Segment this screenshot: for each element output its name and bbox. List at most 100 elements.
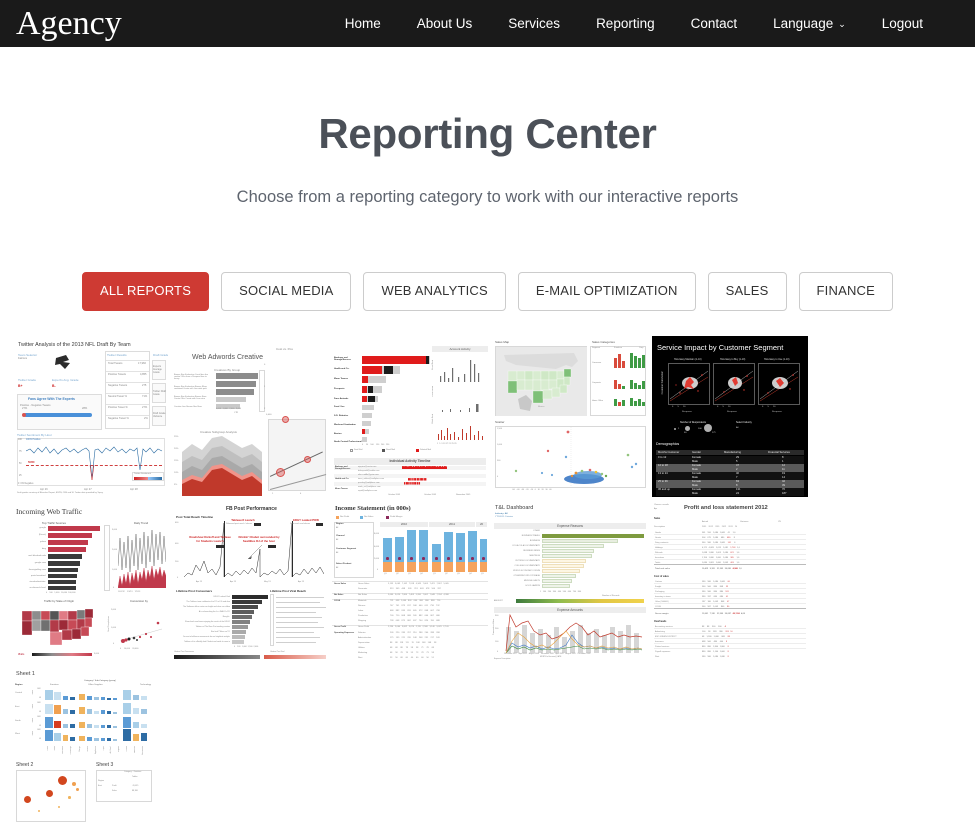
axis-tick: November 2009 bbox=[456, 494, 471, 496]
group-label: Prospects bbox=[334, 388, 345, 390]
axis-label-y: Transaction Value bbox=[493, 619, 495, 635]
table-cell: 7 bbox=[736, 476, 738, 479]
legend-value: 1 bbox=[678, 428, 680, 430]
report-card-incoming-web-traffic[interactable]: Incoming Web Traffic Top Traffic Sources… bbox=[12, 501, 168, 662]
table-cell: 24 bbox=[736, 492, 739, 495]
sub-label: Expert's Avg. Grade bbox=[52, 378, 79, 382]
panel-label: Individual Activity Timeline bbox=[334, 458, 486, 465]
reason: OUTSIDE DOCUMENTARY bbox=[515, 560, 540, 562]
conversion-scatter bbox=[119, 621, 163, 643]
account-activity-histogram bbox=[438, 360, 483, 440]
thumb-title: Web Adwords Creative bbox=[192, 354, 264, 361]
reason: OTHER/RECORD STORAGE bbox=[513, 575, 540, 577]
filter-label[interactable]: Select Product bbox=[336, 563, 351, 565]
select-label[interactable]: Select Industry bbox=[736, 421, 752, 424]
col-group: Actual bbox=[702, 521, 709, 523]
panel-label: Traffic by State of Origin bbox=[44, 599, 75, 603]
metric: Total Tweets bbox=[108, 362, 123, 365]
filter-sales[interactable]: SALES bbox=[707, 272, 787, 311]
filter-label[interactable]: Region bbox=[336, 523, 343, 525]
table-cell: Male bbox=[692, 484, 698, 487]
section-label: Sales bbox=[654, 517, 661, 520]
table-cell: Male bbox=[692, 492, 698, 495]
table-header: Months Customer bbox=[658, 451, 680, 454]
table-header: Region bbox=[98, 780, 104, 782]
row-label: Gross Profit bbox=[358, 626, 369, 628]
source: unclaimed-cloud. bbox=[29, 587, 46, 589]
report-card-tl-dashboard[interactable]: T&L Dashboard Industry: All YTD2011: Div… bbox=[492, 501, 648, 662]
nav-label: Language bbox=[773, 16, 834, 31]
row-label: Salaries bbox=[358, 632, 366, 634]
filter-web-analytics[interactable]: WEB ANALYTICS bbox=[363, 272, 506, 311]
row-label: Utilities bbox=[358, 647, 365, 649]
brand-logo[interactable]: Agency bbox=[0, 6, 122, 41]
axis-tick: October 2009 bbox=[424, 494, 437, 496]
metric: Positive Tweets bbox=[108, 373, 126, 376]
source: portal.woodard. bbox=[30, 575, 46, 577]
table-cell: Profit bbox=[112, 785, 117, 787]
nav-label: Logout bbox=[881, 16, 924, 31]
sheet2-title: Sheet 2 bbox=[16, 762, 34, 768]
filter-label[interactable]: Channel bbox=[336, 535, 345, 537]
report-card-fb-post-performance[interactable]: FB Post Performance Post Total Reach Tim… bbox=[172, 501, 328, 662]
filter-social-media[interactable]: SOCIAL MEDIA bbox=[221, 272, 352, 311]
thumbnail-preview: T&L Dashboard Industry: All YTD2011: Div… bbox=[492, 501, 648, 662]
source: google.com bbox=[34, 562, 46, 564]
thumb-title: FB Post Performance bbox=[226, 506, 277, 512]
filter-all-reports[interactable]: ALL REPORTS bbox=[82, 272, 210, 311]
report-card-individual-activity-timeline[interactable]: Account Activity Backups and Storage/Ser… bbox=[332, 336, 488, 497]
nav-item-about-us[interactable]: About Us bbox=[399, 16, 491, 31]
daily-trend-chart bbox=[118, 529, 166, 588]
table-cell: 88,180 bbox=[132, 790, 138, 792]
legend-value: 171 bbox=[712, 432, 716, 434]
annotation-arrow-icon bbox=[247, 545, 263, 560]
group-label: S.D. Robotics bbox=[334, 415, 349, 417]
table-cell: 5 bbox=[736, 460, 738, 463]
report-card-sales-map[interactable]: Sales Map Mexico Sales Categories Segmen… bbox=[492, 336, 648, 497]
report-card-web-adwords-creative[interactable]: Web Adwords Creative Cost vs. Pos Creati… bbox=[172, 336, 328, 497]
section-label: Gross margin bbox=[655, 613, 669, 615]
table-cell: 1 bbox=[782, 460, 784, 463]
sheet3-title: Sheet 3 bbox=[96, 762, 114, 768]
report-card-twitter-nfl-draft[interactable]: Twitter Analysis of the 2013 NFL Draft B… bbox=[12, 336, 168, 497]
row-label: Administration bbox=[358, 637, 372, 639]
reason: WORLD ECONOMIC FORUM bbox=[513, 570, 540, 572]
year-header: 20 bbox=[476, 522, 487, 527]
top-navbar: Agency Home About Us Services Reporting … bbox=[0, 0, 975, 47]
nav-label: Home bbox=[344, 16, 381, 31]
nav-item-home[interactable]: Home bbox=[327, 16, 399, 31]
filter-email-optimization[interactable]: E-MAIL OPTIMIZATION bbox=[517, 272, 696, 311]
nav-label: About Us bbox=[416, 16, 473, 31]
report-card-service-impact[interactable]: Service Impact by Customer Segment How E… bbox=[652, 336, 808, 497]
nav-item-language[interactable]: Language ⌄ bbox=[755, 16, 864, 31]
panel-label: Draft Grades bbox=[153, 353, 168, 357]
table-cell: -11,025 bbox=[132, 785, 139, 787]
thumb-title: Twitter Analysis of the 2013 NFL Draft B… bbox=[18, 342, 131, 348]
nav-item-reporting[interactable]: Reporting bbox=[578, 16, 673, 31]
axis-tick: October 2009 bbox=[388, 494, 401, 496]
nav-item-logout[interactable]: Logout bbox=[864, 16, 941, 31]
table-cell: 29 bbox=[736, 456, 739, 459]
thumb-title: Sheet 1 bbox=[16, 671, 35, 677]
report-card-profit-loss-statement[interactable]: Choose a month: Apr Profit and loss stat… bbox=[652, 501, 808, 662]
table-cell: 2 bbox=[736, 468, 738, 471]
filter-finance[interactable]: FINANCE bbox=[798, 272, 893, 311]
filter-label[interactable]: Customer Segment bbox=[336, 548, 356, 550]
row-label: Description bbox=[654, 526, 665, 528]
table-cell: Male bbox=[692, 476, 698, 479]
report-card-income-statement[interactable]: Income Statement (in 000s) Net Profit Ne… bbox=[332, 501, 488, 662]
axis-tick: Apr 13 bbox=[230, 581, 236, 583]
reason: GOOD LAW/IRS bbox=[525, 585, 540, 587]
table-cell: 19 bbox=[782, 472, 785, 475]
report-card-sheet-dashboard[interactable]: Sheet 1 Category / Sub-Category (group) … bbox=[12, 666, 168, 827]
group-label: Weekend Graduation bbox=[334, 424, 356, 426]
nav-item-contact[interactable]: Contact bbox=[673, 16, 756, 31]
panel-label: Lifetime Post Viral Reach bbox=[270, 589, 306, 593]
thumbnail-preview: Service Impact by Customer Segment How E… bbox=[652, 336, 808, 497]
nav-links: Home About Us Services Reporting Contact… bbox=[327, 16, 941, 31]
table-cell: 40 bbox=[736, 472, 739, 475]
table-cell: 70 bbox=[782, 488, 785, 491]
nav-item-services[interactable]: Services bbox=[490, 16, 578, 31]
scatter-panels bbox=[669, 370, 799, 402]
category-label: Furniture bbox=[50, 684, 59, 686]
